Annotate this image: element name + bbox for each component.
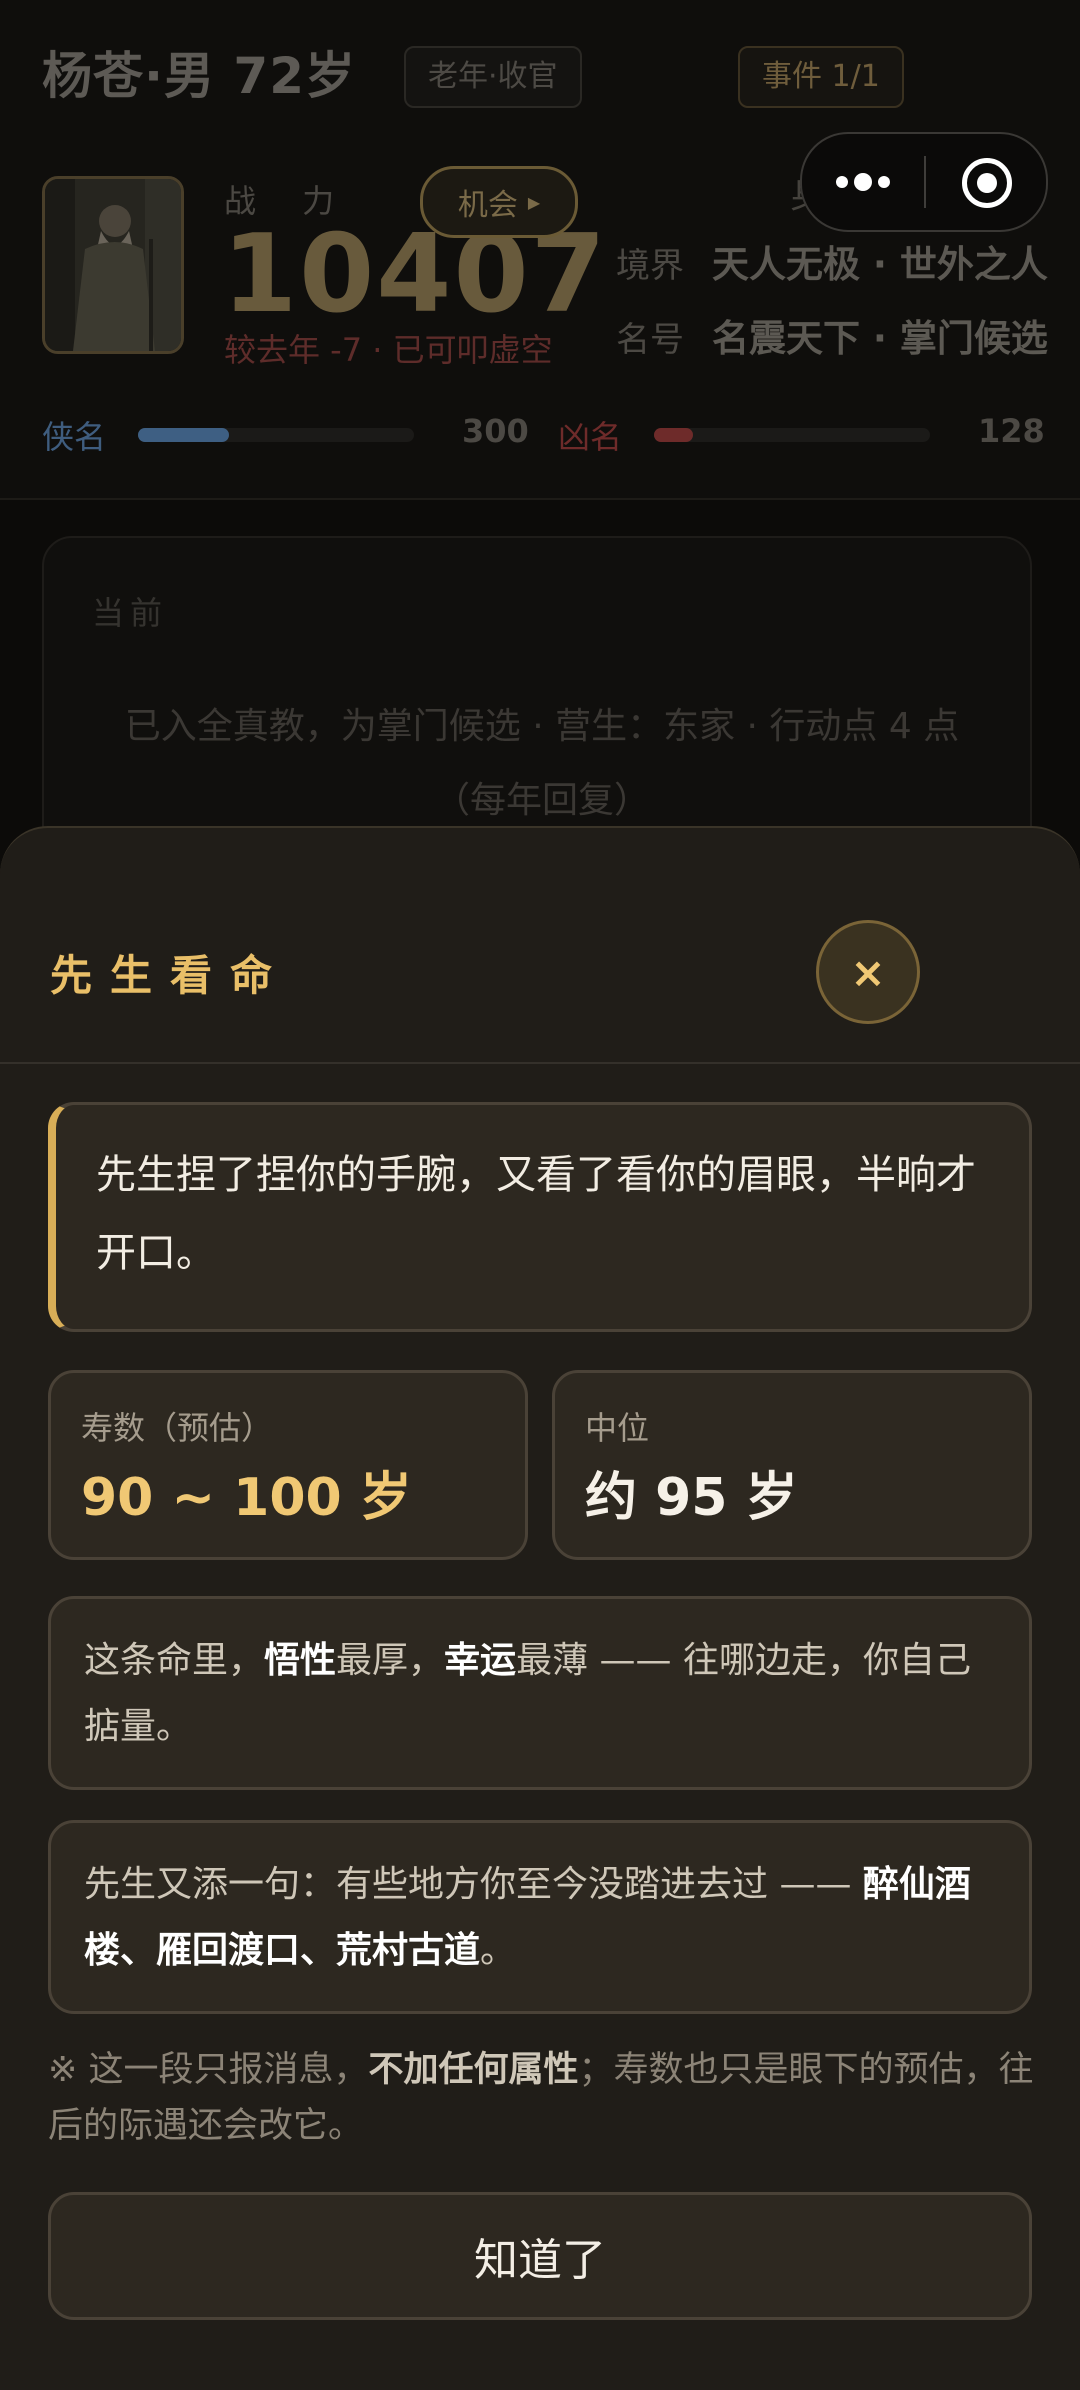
age-stage-tag: 老年·收官 (404, 46, 582, 108)
acknowledge-label: 知道了 (474, 2235, 606, 2286)
miniprogram-capsule (800, 132, 1048, 232)
play-triangle-icon: ▶ (527, 192, 541, 212)
close-button[interactable]: × (816, 920, 920, 1024)
xiong-label: 凶名 (558, 418, 623, 456)
disclaimer-note: ※ 这一段只报消息，不加任何属性；寿数也只是眼下的预估，往后的际遇还会改它。 (48, 2050, 1034, 2146)
median-value: 约 95 岁 (585, 1468, 798, 1528)
sheet-divider (0, 1062, 1080, 1064)
more-icon[interactable] (836, 164, 890, 200)
capsule-divider (924, 156, 926, 208)
xiong-bar (654, 428, 930, 442)
xia-bar (138, 428, 414, 442)
elder-portrait-icon (45, 179, 181, 351)
lifespan-label: 寿数（预估） (81, 1409, 274, 1447)
current-text: 已入全真教，为掌门候选 · 营生：东家 · 行动点 4 点（每年回复） (124, 706, 960, 821)
close-target-icon[interactable] (962, 158, 1012, 208)
event-counter-tag: 事件 1/1 (738, 46, 904, 108)
xia-label: 侠名 (42, 418, 107, 456)
fame-value: 名震天下 · 掌门候选 (712, 317, 1048, 360)
sheet-title: 先生看命 (50, 951, 291, 1000)
quote-text: 先生捏了捏你的手腕，又看了看你的眉眼，半晌才开口。 (96, 1152, 976, 1276)
current-label: 当前 (92, 594, 169, 632)
acknowledge-button[interactable]: 知道了 (48, 2192, 1032, 2320)
realm-value: 天人无极 · 世外之人 (712, 243, 1048, 286)
chance-button[interactable]: 机会 ▶ (420, 166, 578, 238)
close-icon: × (850, 947, 886, 997)
median-label: 中位 (585, 1409, 650, 1447)
xiong-bar-fill (654, 428, 693, 442)
xiong-value: 128 (978, 412, 1045, 450)
places-text: 先生又添一句：有些地方你至今没踏进去过 —— 醉仙酒楼、雁回渡口、荒村古道。 (84, 1864, 971, 1971)
realm-label: 境界 (616, 246, 684, 286)
avatar[interactable] (42, 176, 184, 354)
median-card: 中位 约 95 岁 (552, 1370, 1032, 1560)
power-delta: 较去年 -7 · 已可叩虚空 (224, 331, 553, 369)
traits-text: 这条命里，悟性最厚，幸运最薄 —— 往哪边走，你自己掂量。 (84, 1640, 971, 1747)
xia-bar-fill (138, 428, 230, 442)
fame-label: 名号 (616, 320, 684, 360)
character-name: 杨苍·男 72岁 (42, 47, 356, 105)
lifespan-card: 寿数（预估） 90 ~ 100 岁 (48, 1370, 528, 1560)
lifespan-value: 90 ~ 100 岁 (81, 1468, 412, 1528)
chance-label: 机会 (457, 188, 518, 223)
xia-value: 300 (462, 412, 529, 450)
